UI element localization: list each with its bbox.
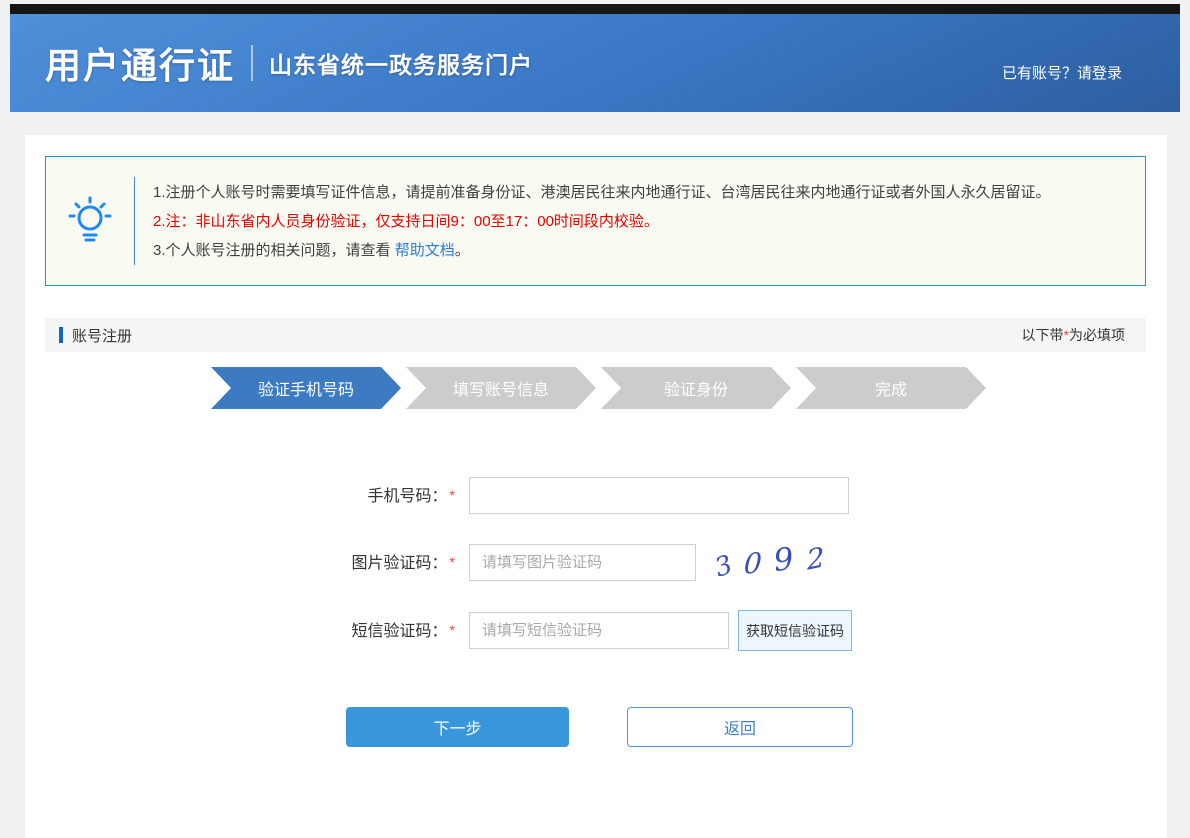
sms-code-input[interactable] [469,612,729,649]
get-sms-code-button[interactable]: 获取短信验证码 [738,610,852,651]
sms-code-required-star: * [450,622,455,638]
header: 用户通行证 山东省统一政务服务门户 已有账号？请登录 [10,14,1180,112]
brand-divider [251,45,253,81]
required-note: 以下带*为必填项 [1022,325,1125,345]
brand-title: 用户通行证 [45,37,235,89]
phone-label-text: 手机号码： [368,488,448,505]
login-link[interactable]: 已有账号？请登录 [1002,62,1122,83]
page-title: 账号注册 [72,325,132,346]
image-code-input[interactable] [469,544,696,581]
phone-input[interactable] [469,477,849,514]
step-label: 填写账号信息 [453,376,549,400]
captcha-digit: 0 [743,545,762,580]
phone-required-star: * [450,487,455,503]
section-bar: 账号注册 以下带*为必填项 [45,318,1146,352]
content-card: 1.注册个人账号时需要填写证件信息，请提前准备身份证、港澳居民往来内地通行证、台… [25,135,1167,838]
brand: 用户通行证 山东省统一政务服务门户 [45,14,533,112]
lightbulb-icon [66,195,114,247]
notice-icon-wrap [46,195,134,247]
brand-subtitle: 山东省统一政务服务门户 [269,46,533,80]
captcha-digit: 2 [806,540,826,576]
section-marker [59,327,63,343]
step-label: 验证手机号码 [258,376,354,400]
notice-box: 1.注册个人账号时需要填写证件信息，请提前准备身份证、港澳居民往来内地通行证、台… [45,156,1146,286]
step-label: 完成 [875,376,907,400]
notice-line-3-period: 。 [455,242,470,259]
top-strip [10,4,1180,14]
captcha-digit: 3 [711,550,736,584]
captcha-digit: 9 [772,541,795,579]
phone-label: 手机号码：* [25,477,455,515]
captcha-image[interactable]: 3092 [714,541,846,583]
step-label: 验证身份 [664,376,728,400]
phone-row: 手机号码：* [25,477,1167,514]
step-account-info: 填写账号信息 [406,367,596,409]
notice-text: 1.注册个人账号时需要填写证件信息，请提前准备身份证、港澳居民往来内地通行证、台… [135,178,1075,265]
back-button[interactable]: 返回 [627,707,853,747]
step-verify-phone: 验证手机号码 [211,367,401,409]
notice-line-2: 2.注：非山东省内人员身份验证，仅支持日间9：00至17：00时间段内校验。 [153,207,1051,236]
step-finish: 完成 [796,367,986,409]
step-progress: 验证手机号码 填写账号信息 验证身份 完成 [211,367,986,409]
sms-code-row: 短信验证码：* 获取短信验证码 [25,612,1167,649]
page: 用户通行证 山东省统一政务服务门户 已有账号？请登录 [0,0,1190,838]
sms-code-label: 短信验证码：* [25,612,455,650]
step-verify-identity: 验证身份 [601,367,791,409]
help-doc-link[interactable]: 帮助文档 [395,242,455,259]
next-step-button[interactable]: 下一步 [346,707,569,747]
image-code-label-text: 图片验证码： [352,555,448,572]
image-code-label: 图片验证码：* [25,544,455,582]
notice-line-3-text: 3.个人账号注册的相关问题，请查看 [153,242,395,259]
image-code-row: 图片验证码：* 3092 [25,544,1167,581]
required-note-suffix: 为必填项 [1069,327,1125,343]
notice-line-3: 3.个人账号注册的相关问题，请查看 帮助文档。 [153,236,1051,265]
required-note-prefix: 以下带 [1022,327,1064,343]
notice-line-1: 1.注册个人账号时需要填写证件信息，请提前准备身份证、港澳居民往来内地通行证、台… [153,178,1051,207]
image-code-required-star: * [450,554,455,570]
sms-code-label-text: 短信验证码： [352,623,448,640]
